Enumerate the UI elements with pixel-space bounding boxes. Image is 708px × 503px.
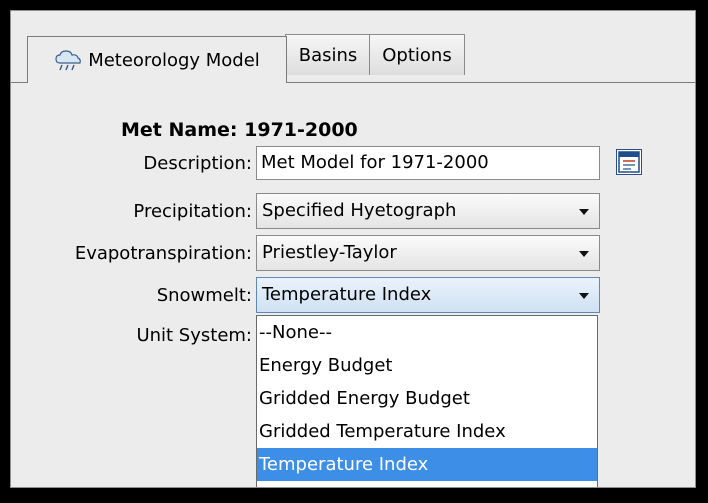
met-name-label: Met Name:	[121, 119, 238, 141]
evapotranspiration-select[interactable]: Priestley-Taylor	[256, 235, 600, 271]
description-row: Description:	[11, 145, 256, 181]
precipitation-value: Specified Hyetograph	[262, 200, 457, 221]
tab-meteorology-model-label: Meteorology Model	[88, 49, 260, 71]
tab-options-label: Options	[382, 44, 452, 66]
snowmelt-value: Temperature Index	[262, 284, 432, 305]
evapotranspiration-label: Evapotranspiration:	[74, 242, 252, 264]
precipitation-select[interactable]: Specified Hyetograph	[256, 193, 600, 229]
description-editor-icon	[618, 151, 640, 173]
snowmelt-option-highlighted[interactable]: Temperature Index	[257, 448, 597, 481]
snowmelt-option[interactable]: Energy Budget	[257, 349, 597, 382]
snowmelt-option[interactable]: Gridded Energy Budget	[257, 382, 597, 415]
chevron-down-icon	[579, 251, 589, 257]
description-label: Description:	[143, 152, 252, 174]
chevron-down-icon	[579, 209, 589, 215]
chevron-down-icon	[579, 293, 589, 299]
evapotranspiration-value: Priestley-Taylor	[262, 242, 397, 263]
description-field[interactable]: Met Model for 1971-2000	[256, 146, 600, 180]
tab-meteorology-model[interactable]: Meteorology Model	[27, 36, 287, 83]
snowmelt-option[interactable]: Gridded Temperature Index	[257, 415, 597, 448]
precipitation-row: Precipitation:	[11, 193, 256, 229]
unit-system-label: Unit System:	[136, 324, 252, 346]
tab-basins[interactable]: Basins	[285, 34, 371, 75]
snowmelt-dropdown-list[interactable]: --None-- Energy Budget Gridded Energy Bu…	[256, 315, 598, 487]
tab-options[interactable]: Options	[369, 34, 465, 75]
tab-bar: Meteorology Model Basins Options	[11, 11, 695, 83]
met-name-value: 1971-2000	[244, 119, 358, 141]
description-editor-button[interactable]	[616, 149, 642, 175]
weather-cloud-icon	[55, 50, 82, 71]
met-name-heading: Met Name: 1971-2000	[121, 119, 358, 141]
snowmelt-row: Snowmelt:	[11, 277, 256, 313]
meteorology-model-panel: Meteorology Model Basins Options Met Nam…	[10, 10, 696, 488]
snowmelt-option[interactable]: --None--	[257, 316, 597, 349]
snowmelt-select[interactable]: Temperature Index	[256, 277, 600, 313]
evapotranspiration-row: Evapotranspiration:	[11, 235, 256, 271]
unit-system-row: Unit System:	[11, 317, 256, 353]
precipitation-label: Precipitation:	[133, 200, 252, 222]
snowmelt-label: Snowmelt:	[156, 284, 252, 306]
tab-basins-label: Basins	[298, 44, 358, 66]
